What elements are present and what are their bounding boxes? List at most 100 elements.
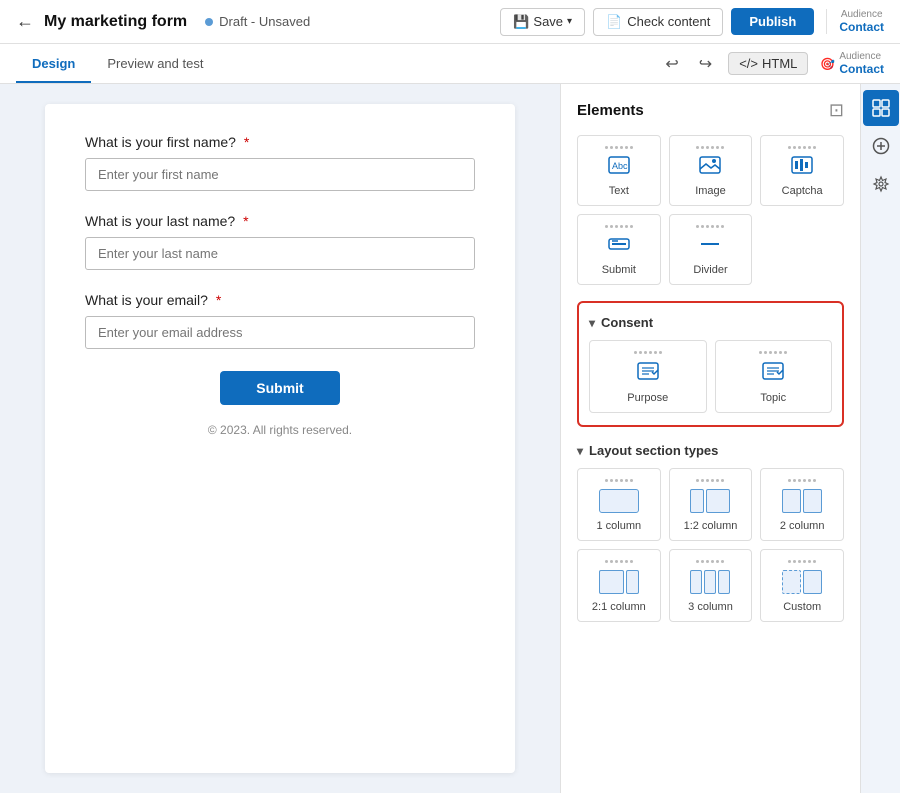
col-wide [599, 570, 624, 594]
layout-2col-icon [782, 489, 822, 513]
layout-1col-icon [599, 489, 639, 513]
canvas: What is your first name? * What is your … [0, 84, 560, 793]
col-narrow [690, 489, 703, 513]
layout-2-1col[interactable]: 2:1 column [577, 549, 661, 622]
col1 [782, 489, 801, 513]
email-input[interactable] [85, 316, 475, 349]
audience-tab-value: Contact [839, 62, 884, 76]
element-submit[interactable]: Submit [577, 214, 661, 285]
html-button[interactable]: </> HTML [728, 52, 808, 75]
element-purpose-dots [634, 351, 662, 354]
element-captcha[interactable]: Captcha [760, 135, 844, 206]
svg-text:Abc: Abc [612, 161, 628, 171]
layout-1col-label: 1 column [597, 520, 642, 532]
audience-tab-info: Audience Contact [839, 51, 884, 76]
back-button[interactable]: ← [16, 11, 34, 32]
layout-custom[interactable]: Custom [760, 549, 844, 622]
header-right: 💾 Save ▾ 📄 Check content Publish Audienc… [500, 8, 884, 36]
tab-preview[interactable]: Preview and test [91, 46, 219, 83]
target-icon: 🎯 [820, 57, 835, 71]
col-wide [706, 489, 731, 513]
element-divider-dots [696, 225, 724, 228]
audience-box: Audience Contact [826, 9, 884, 34]
html-icon: </> [739, 56, 758, 71]
firstname-input[interactable] [85, 158, 475, 191]
sidebar-add-button[interactable] [863, 128, 899, 164]
draft-label: Draft - Unsaved [219, 14, 310, 29]
dots [696, 479, 724, 482]
panel-title: Elements [577, 102, 644, 119]
field-email: What is your email? * [85, 292, 475, 349]
element-divider-label: Divider [693, 264, 727, 276]
consent-header[interactable]: ▾ Consent [589, 315, 832, 330]
tab-design[interactable]: Design [16, 46, 91, 83]
header-left: ← My marketing form Draft - Unsaved [16, 11, 500, 32]
tabs-bar: Design Preview and test ↩ ↪ </> HTML 🎯 A… [0, 44, 900, 84]
form-title: My marketing form [44, 13, 187, 31]
audience-label: Audience [841, 9, 883, 20]
element-captcha-dots [788, 146, 816, 149]
save-label: Save [533, 14, 563, 29]
col1 [690, 570, 702, 594]
consent-chevron-icon: ▾ [589, 316, 595, 330]
publish-button[interactable]: Publish [731, 8, 814, 35]
sidebar-settings-button[interactable] [863, 166, 899, 202]
tabs-left: Design Preview and test [16, 46, 219, 82]
captcha-icon [791, 156, 813, 180]
consent-title: Consent [601, 315, 653, 330]
field-firstname: What is your first name? * [85, 134, 475, 191]
lastname-input[interactable] [85, 237, 475, 270]
layout-1-2col[interactable]: 1:2 column [669, 468, 753, 541]
element-topic-label: Topic [760, 392, 786, 404]
layout-1-2col-icon [690, 489, 730, 513]
layout-2col[interactable]: 2 column [760, 468, 844, 541]
layout-3col[interactable]: 3 column [669, 549, 753, 622]
text-icon: Abc [608, 156, 630, 180]
layout-3col-icon [690, 570, 730, 594]
submit-button[interactable]: Submit [220, 371, 339, 405]
layout-2-1col-icon [599, 570, 639, 594]
layout-1col[interactable]: 1 column [577, 468, 661, 541]
save-chevron-icon: ▾ [567, 16, 572, 27]
element-image-dots [696, 146, 724, 149]
element-purpose[interactable]: Purpose [589, 340, 707, 413]
dots [605, 479, 633, 482]
element-text[interactable]: Abc Text [577, 135, 661, 206]
layout-section-header[interactable]: ▾ Layout section types [577, 443, 844, 458]
audience-tab-label: Audience [839, 51, 884, 62]
element-text-label: Text [609, 185, 629, 197]
dots [605, 560, 633, 563]
divider-icon [699, 235, 721, 259]
audience-tab-box: 🎯 Audience Contact [820, 51, 884, 76]
col2 [803, 570, 822, 594]
element-image[interactable]: Image [669, 135, 753, 206]
element-text-dots [605, 146, 633, 149]
elements-grid: Abc Text Image [577, 135, 844, 285]
panel-toggle-icon[interactable]: ⊡ [829, 100, 844, 121]
element-submit-dots [605, 225, 633, 228]
check-content-label: Check content [627, 14, 710, 29]
tabs-right: ↩ ↪ </> HTML 🎯 Audience Contact [661, 50, 884, 78]
purpose-icon [637, 361, 659, 387]
layout-2col-label: 2 column [780, 520, 825, 532]
undo-icon[interactable]: ↩ [661, 50, 682, 78]
check-content-button[interactable]: 📄 Check content [593, 8, 723, 36]
required-star: * [244, 134, 249, 150]
element-divider[interactable]: Divider [669, 214, 753, 285]
form-card: What is your first name? * What is your … [45, 104, 515, 773]
layout-1-2col-label: 1:2 column [684, 520, 738, 532]
redo-icon[interactable]: ↪ [695, 50, 716, 78]
col-narrow [626, 570, 639, 594]
element-topic[interactable]: Topic [715, 340, 833, 413]
element-purpose-label: Purpose [627, 392, 668, 404]
required-star-2: * [243, 213, 248, 229]
submit-icon [608, 235, 630, 259]
sidebar-elements-button[interactable] [863, 90, 899, 126]
field-lastname-label: What is your last name? * [85, 213, 475, 229]
layout-chevron-icon: ▾ [577, 444, 583, 458]
field-firstname-label: What is your first name? * [85, 134, 475, 150]
save-button[interactable]: 💾 Save ▾ [500, 8, 585, 36]
sidebar-icons [860, 84, 900, 793]
layout-section: ▾ Layout section types 1 column [577, 443, 844, 622]
element-topic-dots [759, 351, 787, 354]
